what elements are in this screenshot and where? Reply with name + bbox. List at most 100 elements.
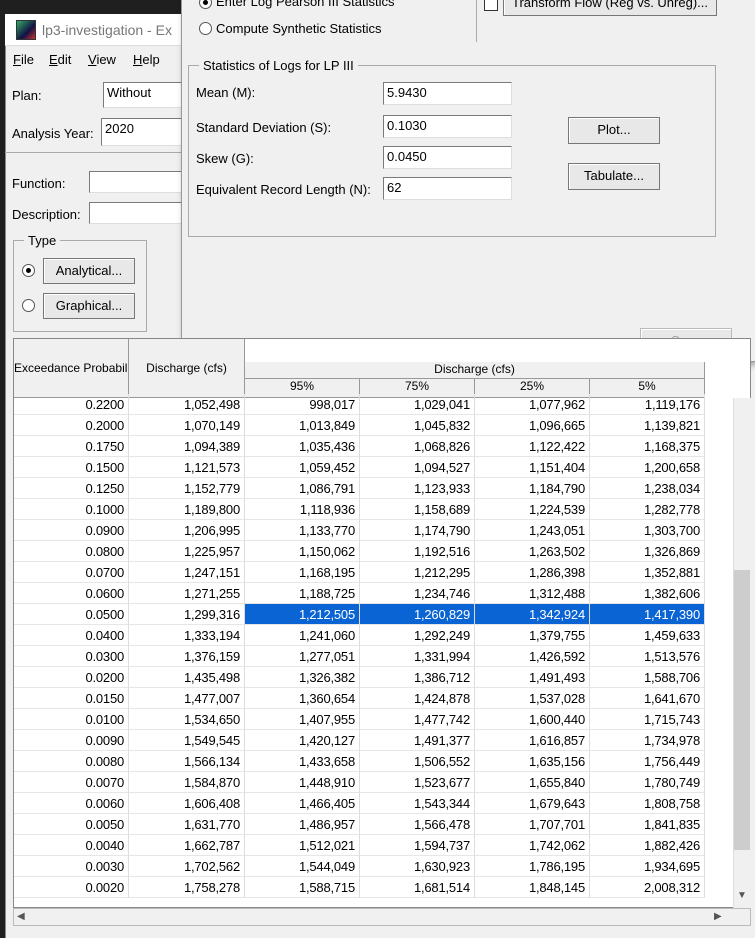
p95-cell[interactable]: 1,212,505 <box>245 604 360 625</box>
p5-cell[interactable]: 1,282,778 <box>590 499 705 520</box>
analytical-radio[interactable] <box>22 264 35 277</box>
p95-cell[interactable]: 1,059,452 <box>245 457 360 478</box>
scroll-left-icon[interactable]: ◀ <box>17 911 25 922</box>
p95-cell[interactable]: 1,512,021 <box>245 835 360 856</box>
p25-cell[interactable]: 1,707,701 <box>475 814 590 835</box>
exceedance-cell[interactable]: 0.2000 <box>14 415 129 436</box>
p95-cell[interactable]: 1,150,062 <box>245 541 360 562</box>
exceedance-header[interactable]: Exceedance Probability <box>14 339 129 398</box>
discharge-cell[interactable]: 1,435,498 <box>129 667 245 688</box>
p95-cell[interactable]: 1,241,060 <box>245 625 360 646</box>
p25-cell[interactable]: 1,655,840 <box>475 772 590 793</box>
p75-cell[interactable]: 1,234,746 <box>360 583 475 604</box>
transform-flow-button[interactable]: Transform Flow (Reg vs. Unreg)... <box>503 0 717 16</box>
p5-cell[interactable]: 1,459,633 <box>590 625 705 646</box>
table-row[interactable]: 0.1000 1,189,800 1,118,936 1,158,689 1,224,5… <box>14 499 733 520</box>
p25-cell[interactable]: 1,312,488 <box>475 583 590 604</box>
p25-cell[interactable]: 1,286,398 <box>475 562 590 583</box>
p5-cell[interactable]: 1,200,658 <box>590 457 705 478</box>
vertical-scroll-thumb[interactable] <box>734 570 750 850</box>
p75-cell[interactable]: 1,424,878 <box>360 688 475 709</box>
p5-cell[interactable]: 1,934,695 <box>590 856 705 877</box>
table-row[interactable]: 0.1750 1,094,389 1,035,436 1,068,826 1,122,4… <box>14 436 733 457</box>
skew-field[interactable]: 0.0450 <box>383 146 512 169</box>
p75-cell[interactable]: 1,630,923 <box>360 856 475 877</box>
p25-cell[interactable]: 1,616,857 <box>475 730 590 751</box>
p25-cell[interactable]: 1,096,665 <box>475 415 590 436</box>
graphical-button[interactable]: Graphical... <box>43 293 135 319</box>
table-row[interactable]: 0.0300 1,376,159 1,277,051 1,331,994 1,426,5… <box>14 646 733 667</box>
table-row[interactable]: 0.0700 1,247,151 1,168,195 1,212,295 1,286,3… <box>14 562 733 583</box>
table-row[interactable]: 0.2000 1,070,149 1,013,849 1,045,832 1,096,6… <box>14 415 733 436</box>
p5-cell[interactable]: 1,352,881 <box>590 562 705 583</box>
p95-cell[interactable]: 1,326,382 <box>245 667 360 688</box>
p95-cell[interactable]: 1,013,849 <box>245 415 360 436</box>
p25-cell[interactable]: 1,243,051 <box>475 520 590 541</box>
scroll-right-icon[interactable]: ▶ <box>714 911 722 922</box>
p25-cell[interactable]: 1,600,440 <box>475 709 590 730</box>
description-field[interactable] <box>89 202 183 224</box>
p95-cell[interactable]: 1,133,770 <box>245 520 360 541</box>
exceedance-cell[interactable]: 0.0400 <box>14 625 129 646</box>
discharge-cell[interactable]: 1,534,650 <box>129 709 245 730</box>
p95-cell[interactable]: 1,407,955 <box>245 709 360 730</box>
table-row[interactable]: 0.0040 1,662,787 1,512,021 1,594,737 1,742,0… <box>14 835 733 856</box>
p75-cell[interactable]: 1,123,933 <box>360 478 475 499</box>
exceedance-cell[interactable]: 0.1500 <box>14 457 129 478</box>
p5-cell[interactable]: 1,756,449 <box>590 751 705 772</box>
table-row[interactable]: 0.0030 1,702,562 1,544,049 1,630,923 1,786,1… <box>14 856 733 877</box>
graphical-radio[interactable] <box>22 299 35 312</box>
exceedance-cell[interactable]: 0.0100 <box>14 709 129 730</box>
discharge-cell[interactable]: 1,606,408 <box>129 793 245 814</box>
p5-cell[interactable]: 1,168,375 <box>590 436 705 457</box>
discharge-cell[interactable]: 1,070,149 <box>129 415 245 436</box>
p25-cell[interactable]: 1,426,592 <box>475 646 590 667</box>
p75-cell[interactable]: 1,292,249 <box>360 625 475 646</box>
discharge-cell[interactable]: 1,247,151 <box>129 562 245 583</box>
discharge-cell[interactable]: 1,152,779 <box>129 478 245 499</box>
table-row[interactable]: 0.0150 1,477,007 1,360,654 1,424,878 1,537,0… <box>14 688 733 709</box>
p5-cell[interactable]: 1,382,606 <box>590 583 705 604</box>
p25-cell[interactable]: 1,224,539 <box>475 499 590 520</box>
p5-cell[interactable]: 2,008,312 <box>590 877 705 898</box>
exceedance-cell[interactable]: 0.1250 <box>14 478 129 499</box>
p95-cell[interactable]: 1,168,195 <box>245 562 360 583</box>
table-row[interactable]: 0.2200 1,052,498 998,017 1,029,041 1,077,962… <box>14 394 733 415</box>
p25-cell[interactable]: 1,122,422 <box>475 436 590 457</box>
p75-cell[interactable]: 1,260,829 <box>360 604 475 625</box>
p25-cell[interactable]: 1,151,404 <box>475 457 590 478</box>
p5-cell[interactable]: 1,808,758 <box>590 793 705 814</box>
table-row[interactable]: 0.0600 1,271,255 1,188,725 1,234,746 1,312,4… <box>14 583 733 604</box>
table-body[interactable]: 0.2200 1,052,498 998,017 1,029,041 1,077,962… <box>14 394 733 906</box>
p95-cell[interactable]: 1,086,791 <box>245 478 360 499</box>
discharge-cell[interactable]: 1,584,870 <box>129 772 245 793</box>
table-row[interactable]: 0.0090 1,549,545 1,420,127 1,491,377 1,616,8… <box>14 730 733 751</box>
p95-cell[interactable]: 1,277,051 <box>245 646 360 667</box>
p5-cell[interactable]: 1,841,835 <box>590 814 705 835</box>
table-row[interactable]: 0.1250 1,152,779 1,086,791 1,123,933 1,184,7… <box>14 478 733 499</box>
exceedance-cell[interactable]: 0.0300 <box>14 646 129 667</box>
table-row[interactable]: 0.0050 1,631,770 1,486,957 1,566,478 1,707,7… <box>14 814 733 835</box>
exceedance-cell[interactable]: 0.0060 <box>14 793 129 814</box>
p75-cell[interactable]: 1,158,689 <box>360 499 475 520</box>
table-row[interactable]: 0.0070 1,584,870 1,448,910 1,523,677 1,655,8… <box>14 772 733 793</box>
p75-cell[interactable]: 1,506,552 <box>360 751 475 772</box>
exceedance-cell[interactable]: 0.0080 <box>14 751 129 772</box>
discharge-cell[interactable]: 1,271,255 <box>129 583 245 604</box>
exceedance-cell[interactable]: 0.1750 <box>14 436 129 457</box>
p5-cell[interactable]: 1,780,749 <box>590 772 705 793</box>
p5-cell[interactable]: 1,303,700 <box>590 520 705 541</box>
p95-cell[interactable]: 1,118,936 <box>245 499 360 520</box>
menu-help[interactable]: Help <box>133 52 160 67</box>
p75-cell[interactable]: 1,566,478 <box>360 814 475 835</box>
discharge-cell[interactable]: 1,206,995 <box>129 520 245 541</box>
p25-cell[interactable]: 1,848,145 <box>475 877 590 898</box>
p75-cell[interactable]: 1,681,514 <box>360 877 475 898</box>
enter-lp3-label[interactable]: Enter Log Pearson III Statistics <box>216 0 394 9</box>
p25-cell[interactable]: 1,077,962 <box>475 394 590 415</box>
exceedance-cell[interactable]: 0.0600 <box>14 583 129 604</box>
p5-cell[interactable]: 1,513,576 <box>590 646 705 667</box>
discharge-header[interactable]: Discharge (cfs) <box>129 339 245 398</box>
exceedance-cell[interactable]: 0.0070 <box>14 772 129 793</box>
table-row[interactable]: 0.1500 1,121,573 1,059,452 1,094,527 1,151,4… <box>14 457 733 478</box>
